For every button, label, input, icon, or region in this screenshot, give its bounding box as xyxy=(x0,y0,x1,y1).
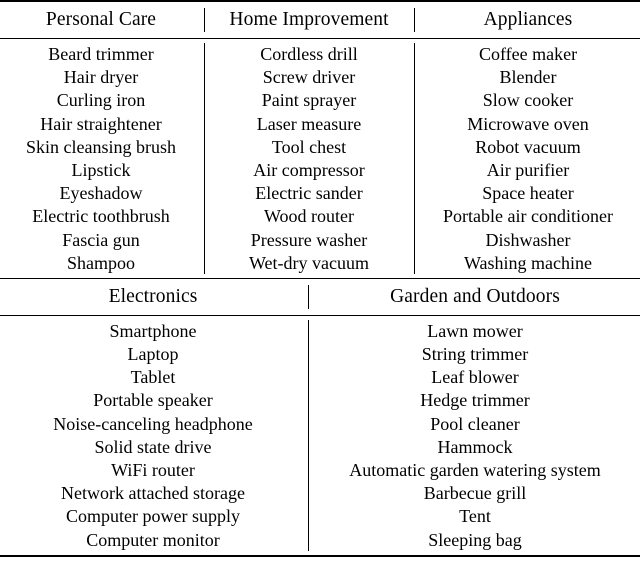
list-item: Paint sprayer xyxy=(261,90,357,111)
list-item: Coffee maker xyxy=(478,44,578,64)
item-list-electronics: Smartphone Laptop Tablet Portable speake… xyxy=(0,316,306,555)
list-item: Fascia gun xyxy=(62,229,140,250)
list-item: Pool cleaner xyxy=(430,413,520,434)
column-header-home-improvement: Home Improvement xyxy=(229,9,389,30)
list-item: Smartphone xyxy=(109,320,197,341)
list-item: Skin cleansing brush xyxy=(26,136,176,157)
upper-header-row: Personal Care Home Improvement Appliance… xyxy=(0,2,640,38)
table-sheet: Personal Care Home Improvement Appliance… xyxy=(0,0,640,572)
list-item: Slow cooker xyxy=(482,90,574,111)
upper-body-row: Beard trimmer Hair dryer Curling iron Ha… xyxy=(0,39,640,278)
list-item: Wood router xyxy=(263,206,355,227)
list-item: WiFi router xyxy=(111,460,195,480)
column-header-appliances: Appliances xyxy=(483,9,573,30)
list-item: Curling iron xyxy=(56,90,146,111)
list-item: Barbecue grill xyxy=(423,483,527,504)
list-item: Air purifier xyxy=(486,159,570,180)
list-item: Solid state drive xyxy=(94,436,212,457)
list-item: Laser measure xyxy=(256,113,362,134)
list-item: Lipstick xyxy=(71,159,131,180)
column-body-appliances: Coffee maker Blender Slow cooker Microwa… xyxy=(416,39,640,278)
column-body-personal-care: Beard trimmer Hair dryer Curling iron Ha… xyxy=(0,39,202,278)
list-item: Robot vacuum xyxy=(475,136,581,157)
column-header-electronics: Electronics xyxy=(108,285,198,307)
list-item: String trimmer xyxy=(421,344,529,365)
list-item: Cordless drill xyxy=(260,44,358,64)
list-item: Hair straightener xyxy=(40,113,162,134)
lower-header-row: Electronics Garden and Outdoors xyxy=(0,279,640,315)
list-item: Portable speaker xyxy=(93,390,213,411)
list-item: Noise-canceling headphone xyxy=(53,413,253,434)
list-item: Automatic garden watering system xyxy=(349,460,601,480)
lower-body-table: Smartphone Laptop Tablet Portable speake… xyxy=(0,316,640,555)
item-list-garden-and-outdoors: Lawn mower String trimmer Leaf blower He… xyxy=(310,316,640,555)
vertical-rule-icon xyxy=(203,8,205,32)
list-item: Tool chest xyxy=(271,136,347,157)
list-item: Screw driver xyxy=(262,67,356,88)
column-body-garden-and-outdoors: Lawn mower String trimmer Leaf blower He… xyxy=(310,316,640,555)
list-item: Lawn mower xyxy=(427,320,523,341)
vertical-rule-icon xyxy=(413,8,415,32)
upper-table: Personal Care Home Improvement Appliance… xyxy=(0,2,640,38)
vertical-rule-icon xyxy=(307,319,309,551)
list-item: Tent xyxy=(459,506,491,527)
vertical-rule-icon xyxy=(203,42,205,274)
list-item: Portable air conditioner xyxy=(443,206,613,227)
list-item: Dishwasher xyxy=(485,229,571,250)
list-item: Hair dryer xyxy=(63,67,139,88)
list-item: Tablet xyxy=(130,367,176,388)
item-list-appliances: Coffee maker Blender Slow cooker Microwa… xyxy=(416,39,640,278)
bottom-rule xyxy=(0,554,640,557)
list-item: Air compressor xyxy=(253,159,365,180)
list-item: Wet-dry vacuum xyxy=(248,252,369,273)
list-item: Blender xyxy=(499,67,557,88)
list-item: Pressure washer xyxy=(250,229,368,250)
list-item: Sleeping bag xyxy=(428,529,522,550)
list-item: Washing machine xyxy=(463,252,592,273)
vertical-rule-icon xyxy=(307,284,309,309)
list-item: Network attached storage xyxy=(61,483,245,504)
column-header-garden-and-outdoors: Garden and Outdoors xyxy=(390,285,560,307)
list-item: Shampoo xyxy=(66,252,135,273)
list-item: Leaf blower xyxy=(431,367,519,388)
lower-table: Electronics Garden and Outdoors xyxy=(0,279,640,315)
list-item: Computer monitor xyxy=(86,529,220,550)
upper-body-table: Beard trimmer Hair dryer Curling iron Ha… xyxy=(0,39,640,278)
list-item: Hedge trimmer xyxy=(420,390,530,411)
list-item: Eyeshadow xyxy=(59,183,143,204)
column-header-personal-care: Personal Care xyxy=(45,9,157,30)
list-item: Space heater xyxy=(482,183,574,204)
item-list-home-improvement: Cordless drill Screw driver Paint spraye… xyxy=(206,39,412,278)
vertical-rule-icon xyxy=(413,42,415,274)
list-item: Hammock xyxy=(437,436,513,457)
column-body-home-improvement: Cordless drill Screw driver Paint spraye… xyxy=(206,39,412,278)
list-item: Electric sander xyxy=(255,183,363,204)
list-item: Electric toothbrush xyxy=(32,206,170,227)
column-body-electronics: Smartphone Laptop Tablet Portable speake… xyxy=(0,316,306,555)
list-item: Computer power supply xyxy=(66,506,240,527)
list-item: Laptop xyxy=(127,344,179,365)
item-list-personal-care: Beard trimmer Hair dryer Curling iron Ha… xyxy=(0,39,202,278)
lower-body-row: Smartphone Laptop Tablet Portable speake… xyxy=(0,316,640,555)
list-item: Microwave oven xyxy=(467,113,589,134)
list-item: Beard trimmer xyxy=(48,44,154,64)
